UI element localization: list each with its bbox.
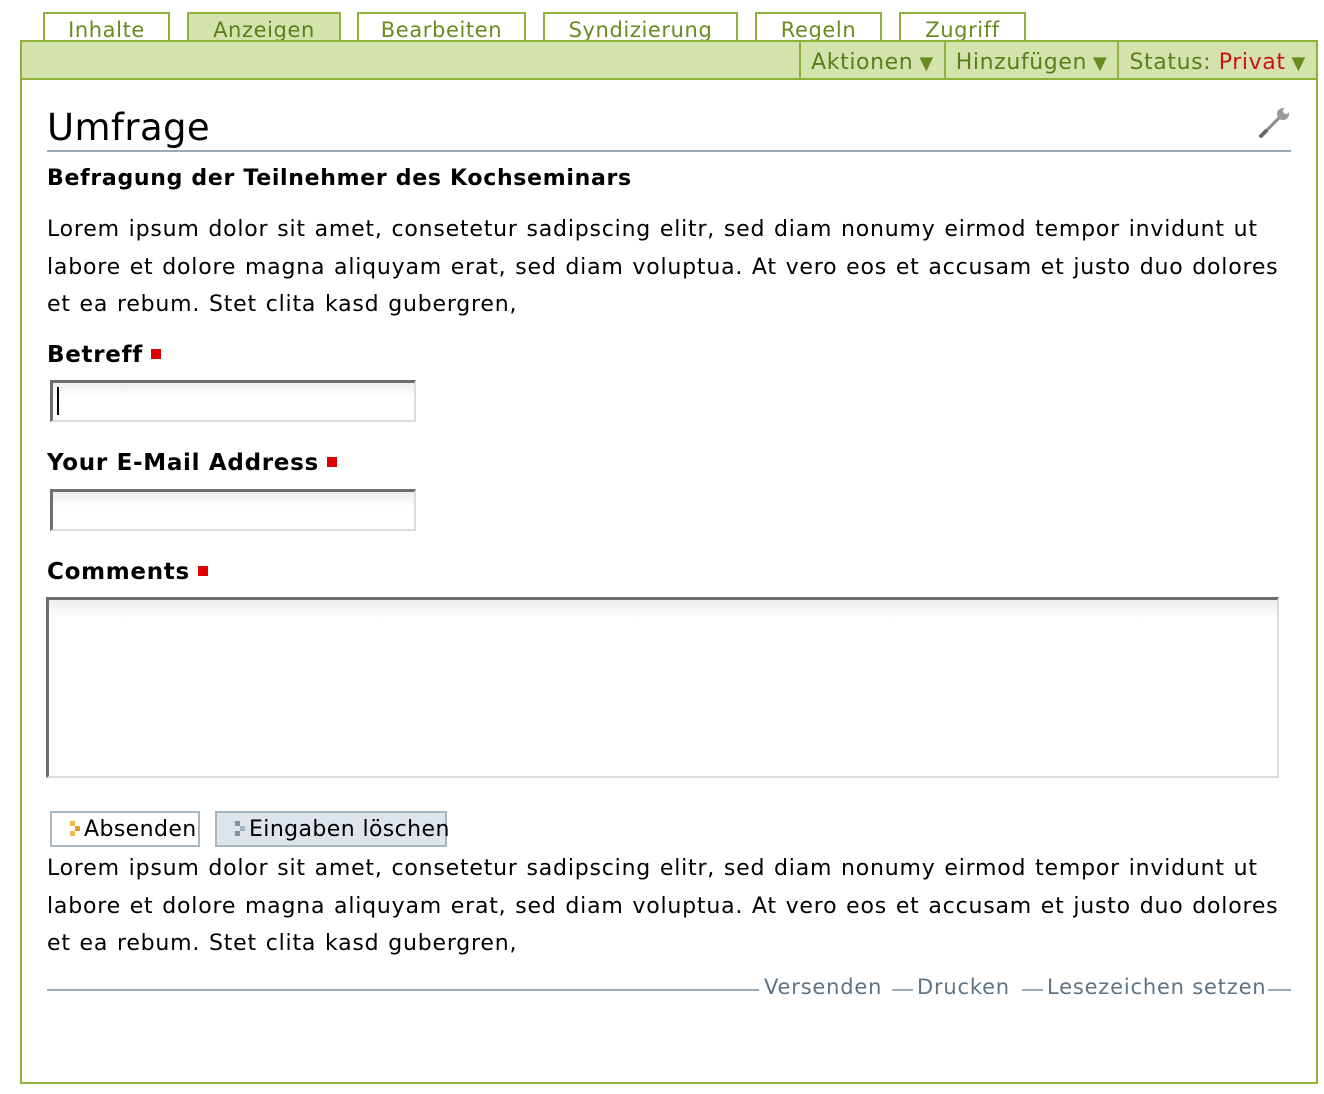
tab-anzeigen[interactable]: Anzeigen	[187, 12, 341, 42]
submit-button[interactable]: Absenden	[50, 811, 200, 847]
subject-label-text: Betreff	[47, 342, 143, 368]
actions-menu[interactable]: Aktionen ▼	[799, 42, 944, 78]
intro-text: Lorem ipsum dolor sit amet, consetetur s…	[47, 217, 1279, 317]
page-title: Umfrage	[47, 106, 211, 149]
subject-label: Betreff	[47, 342, 161, 368]
reset-button-label: Eingaben löschen	[249, 817, 450, 842]
tab-regeln[interactable]: Regeln	[755, 12, 882, 40]
email-label-text: Your E-Mail Address	[47, 450, 319, 476]
email-input[interactable]	[50, 489, 416, 531]
action-bar: Aktionen ▼ Hinzufügen ▼ Status: Privat ▼	[22, 42, 1316, 80]
tab-inhalte[interactable]: Inhalte	[43, 12, 170, 40]
actions-menu-label: Aktionen	[811, 50, 914, 75]
text-cursor	[57, 387, 59, 415]
action-menus: Aktionen ▼ Hinzufügen ▼ Status: Privat ▼	[799, 42, 1316, 78]
reset-button[interactable]: Eingaben löschen	[215, 811, 450, 847]
send-link[interactable]: Versenden	[764, 975, 882, 999]
footer-divider	[892, 989, 913, 991]
required-marker-icon	[150, 349, 161, 359]
outro-text: Lorem ipsum dolor sit amet, consetetur s…	[47, 856, 1279, 956]
title-divider	[47, 150, 1291, 152]
chevron-down-icon: ▼	[1093, 53, 1108, 74]
comments-label-text: Comments	[47, 559, 190, 585]
subject-input[interactable]	[50, 380, 416, 422]
footer-divider	[1268, 989, 1291, 991]
status-value: Privat	[1218, 50, 1286, 75]
comments-label: Comments	[47, 559, 208, 585]
tab-bearbeiten[interactable]: Bearbeiten	[357, 12, 526, 40]
print-link[interactable]: Drucken	[917, 975, 1010, 999]
submit-icon	[70, 821, 80, 839]
footer-divider	[47, 989, 759, 991]
add-menu-label: Hinzufügen	[955, 50, 1088, 75]
status-label: Status:	[1129, 50, 1212, 75]
email-label: Your E-Mail Address	[47, 450, 337, 476]
submit-button-label: Absenden	[84, 817, 197, 842]
page-subtitle: Befragung der Teilnehmer des Kochseminar…	[47, 166, 632, 191]
required-marker-icon	[197, 566, 208, 576]
tab-syndizierung[interactable]: Syndizierung	[543, 12, 738, 40]
tab-zugriff[interactable]: Zugriff	[899, 12, 1026, 40]
bookmark-link[interactable]: Lesezeichen setzen	[1047, 975, 1266, 999]
required-marker-icon	[326, 457, 337, 467]
chevron-down-icon: ▼	[1291, 53, 1306, 74]
reset-icon	[235, 821, 245, 839]
chevron-down-icon: ▼	[919, 53, 934, 74]
footer-divider	[1022, 989, 1043, 991]
add-menu[interactable]: Hinzufügen ▼	[943, 42, 1118, 78]
status-menu[interactable]: Status: Privat ▼	[1117, 42, 1316, 78]
comments-textarea[interactable]	[46, 597, 1279, 778]
wrench-icon[interactable]	[1257, 106, 1291, 140]
